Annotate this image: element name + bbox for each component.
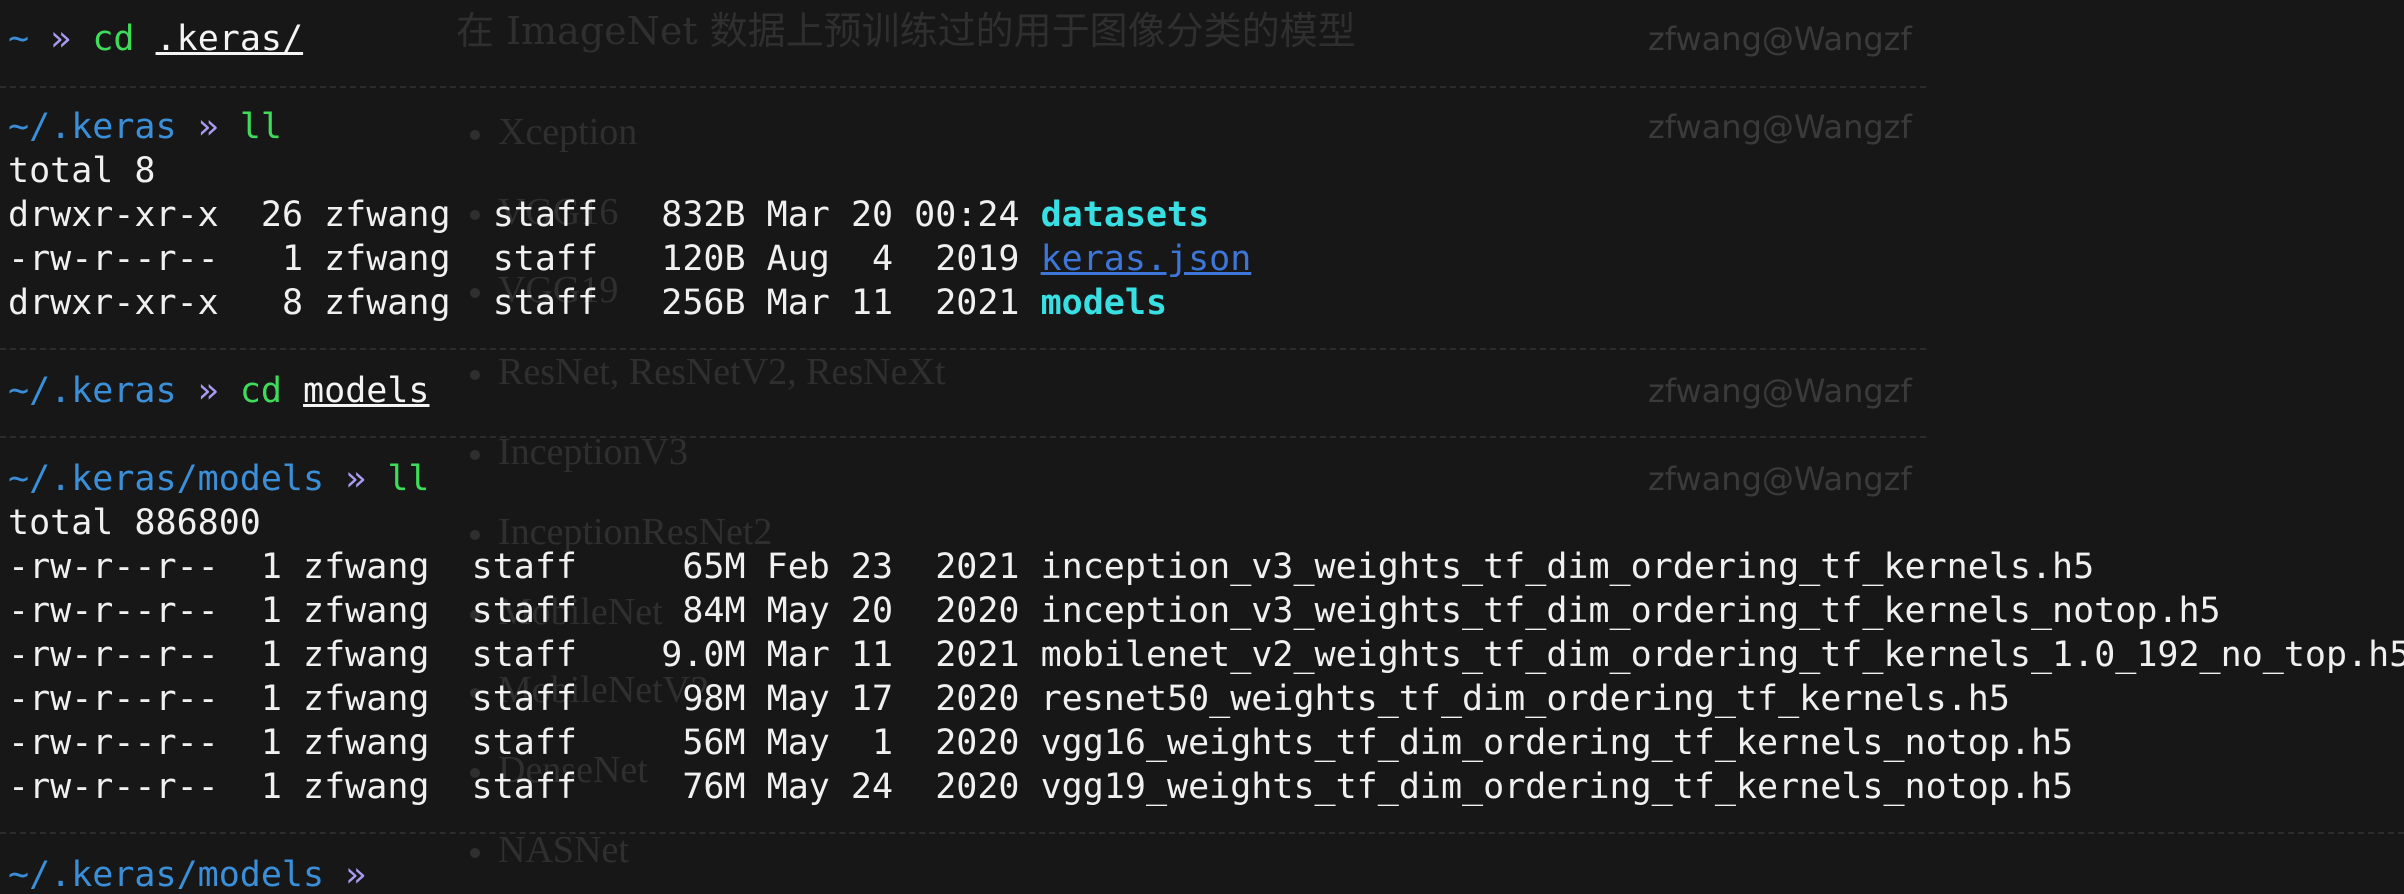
file-row: -rw-r--r-- 1 zfwang staff 9.0M Mar 11 20… — [8, 633, 2404, 677]
file-name-dir[interactable]: models — [1041, 283, 1167, 323]
overlay-user-label: zfwang@Wangzf — [1648, 20, 1912, 58]
file-name-link[interactable]: keras.json — [1041, 239, 1252, 279]
overlay-title: 在 ImageNet 数据上预训练过的用于图像分类的模型 — [456, 9, 1356, 53]
prompt-separator: » — [197, 371, 219, 411]
prompt-separator: » — [50, 19, 72, 59]
prompt-line: ~/.keras » ll — [8, 105, 282, 149]
file-row: -rw-r--r-- 1 zfwang staff 56M May 1 2020… — [8, 723, 2074, 763]
file-row: drwxr-xr-x 26 zfwang staff 832B Mar 20 0… — [8, 195, 1210, 235]
command: cd — [239, 371, 282, 411]
overlay-item: ResNet, ResNetV2, ResNeXt — [470, 350, 945, 394]
file-name[interactable]: mobilenet_v2_weights_tf_dim_ordering_tf_… — [1041, 635, 2404, 675]
prompt-separator: » — [197, 107, 219, 147]
command: ll — [387, 459, 430, 499]
bullet-icon — [470, 848, 480, 859]
prompt-line: ~/.keras/models » ll — [8, 457, 429, 501]
file-row: -rw-r--r-- 1 zfwang staff 98M May 17 202… — [8, 679, 2010, 719]
file-name[interactable]: inception_v3_weights_tf_dim_ordering_tf_… — [1041, 547, 2095, 587]
file-name[interactable]: vgg16_weights_tf_dim_ordering_tf_kernels… — [1041, 723, 2074, 763]
prompt-line: ~ » cd .keras/ — [8, 17, 303, 61]
file-row: -rw-r--r-- 1 zfwang staff 65M Feb 23 202… — [8, 547, 2095, 587]
overlay-user-label: zfwang@Wangzf — [1648, 460, 1912, 498]
command-arg: models — [303, 371, 430, 411]
prompt-separator: » — [345, 459, 367, 499]
file-name[interactable]: vgg19_weights_tf_dim_ordering_tf_kernels… — [1041, 767, 2074, 807]
overlay-user-label: zfwang@Wangzf — [1648, 372, 1912, 410]
file-row: -rw-r--r-- 1 zfwang staff 76M May 24 202… — [8, 767, 2074, 807]
divider — [0, 86, 1926, 88]
prompt-path: ~ — [8, 19, 30, 59]
prompt-path: ~/.keras/models — [8, 855, 325, 894]
output-total: total 886800 — [8, 503, 261, 543]
prompt-line[interactable]: ~/.keras/models » — [8, 853, 366, 894]
prompt-path: ~/.keras — [8, 371, 177, 411]
bullet-icon — [470, 530, 480, 541]
command: cd — [92, 19, 135, 59]
output-total: total 8 — [8, 151, 156, 191]
command: ll — [239, 107, 282, 147]
overlay-item: InceptionV3 — [470, 430, 688, 474]
file-name[interactable]: resnet50_weights_tf_dim_ordering_tf_kern… — [1041, 679, 2010, 719]
prompt-path: ~/.keras/models — [8, 459, 325, 499]
prompt-separator: » — [345, 855, 367, 894]
bullet-icon — [470, 450, 480, 461]
overlay-user-label: zfwang@Wangzf — [1648, 108, 1912, 146]
overlay-item: Xception — [470, 110, 637, 154]
file-name-dir[interactable]: datasets — [1041, 195, 1210, 235]
command-arg: .keras/ — [155, 19, 304, 59]
divider — [0, 348, 1926, 350]
divider — [0, 436, 1926, 438]
bullet-icon — [470, 130, 480, 141]
prompt-line: ~/.keras » cd models — [8, 369, 429, 413]
prompt-path: ~/.keras — [8, 107, 177, 147]
file-row: -rw-r--r-- 1 zfwang staff 84M May 20 202… — [8, 591, 2221, 631]
file-name[interactable]: inception_v3_weights_tf_dim_ordering_tf_… — [1041, 591, 2221, 631]
divider — [0, 832, 2404, 834]
bullet-icon — [470, 370, 480, 381]
overlay-item: NASNet — [470, 828, 629, 872]
file-row: -rw-r--r-- 1 zfwang staff 120B Aug 4 201… — [8, 239, 1252, 279]
terminal-window[interactable]: 在 ImageNet 数据上预训练过的用于图像分类的模型 Xception VG… — [0, 0, 2404, 894]
file-row: drwxr-xr-x 8 zfwang staff 256B Mar 11 20… — [8, 283, 1168, 323]
